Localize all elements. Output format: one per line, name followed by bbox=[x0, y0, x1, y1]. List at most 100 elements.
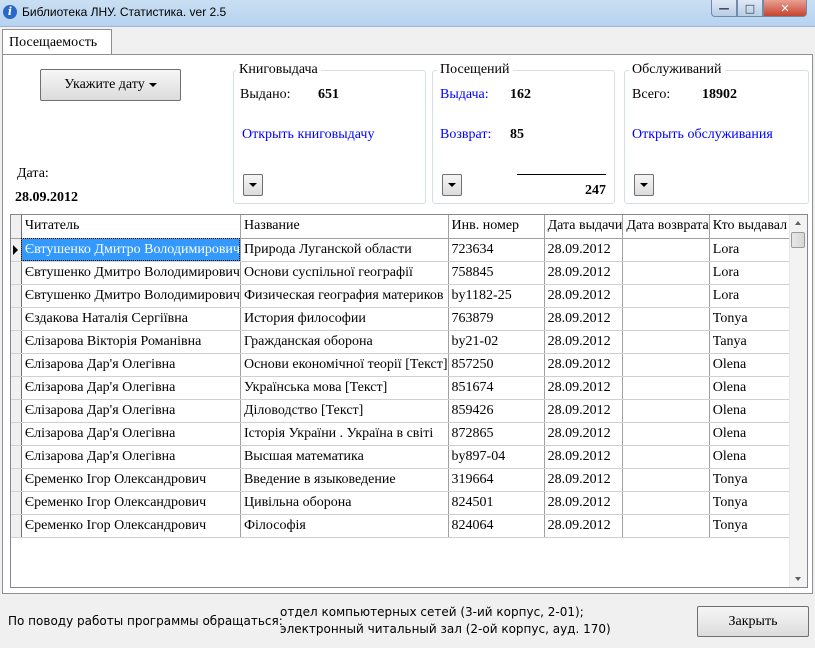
cell-issue-date[interactable]: 28.09.2012 bbox=[544, 468, 624, 492]
loans-grid[interactable]: Читатель Название Инв. номер Дата выдачи… bbox=[10, 214, 808, 588]
row-header[interactable] bbox=[11, 468, 22, 492]
cell-return-date[interactable] bbox=[622, 353, 710, 377]
scroll-down-icon[interactable] bbox=[795, 577, 801, 581]
cell-inventory[interactable]: 758845 bbox=[448, 261, 545, 285]
row-header[interactable] bbox=[11, 376, 22, 400]
tab-attendance[interactable]: Посещаемость bbox=[2, 29, 112, 55]
cell-reader[interactable]: Єлізарова Дар'я Олегівна bbox=[21, 399, 241, 423]
cell-return-date[interactable] bbox=[622, 376, 710, 400]
cell-inventory[interactable]: 857250 bbox=[448, 353, 545, 377]
cell-title[interactable]: Физическая география материков bbox=[240, 284, 449, 308]
cell-inventory[interactable]: 824501 bbox=[448, 491, 545, 515]
row-header[interactable] bbox=[11, 422, 22, 446]
books-expand-button[interactable] bbox=[243, 174, 263, 196]
cell-return-date[interactable] bbox=[622, 514, 710, 538]
cell-title[interactable]: Природа Луганской области bbox=[240, 238, 449, 262]
cell-issue-date[interactable]: 28.09.2012 bbox=[544, 491, 624, 515]
table-row[interactable]: Єлізарова Вікторія Романівна Гражданская … bbox=[11, 330, 807, 354]
cell-issue-date[interactable]: 28.09.2012 bbox=[544, 353, 624, 377]
column-header-reader[interactable]: Читатель bbox=[21, 215, 241, 239]
cell-reader[interactable]: Єздакова Наталія Сергіївна bbox=[21, 307, 241, 331]
cell-reader[interactable]: Єлізарова Дар'я Олегівна bbox=[21, 376, 241, 400]
cell-reader[interactable]: Єлізарова Дар'я Олегівна bbox=[21, 422, 241, 446]
cell-return-date[interactable] bbox=[622, 399, 710, 423]
cell-return-date[interactable] bbox=[622, 307, 710, 331]
column-header-inventory[interactable]: Инв. номер bbox=[448, 215, 545, 239]
cell-return-date[interactable] bbox=[622, 238, 710, 262]
open-service-link[interactable]: Открыть обслуживания bbox=[632, 127, 773, 143]
cell-title[interactable]: Українська мова [Текст] bbox=[240, 376, 449, 400]
table-row[interactable]: Євтушенко Дмитро Володимирович Физическая… bbox=[11, 284, 807, 308]
cell-title[interactable]: Діловодство [Текст] bbox=[240, 399, 449, 423]
cell-issue-date[interactable]: 28.09.2012 bbox=[544, 514, 624, 538]
vertical-scrollbar[interactable] bbox=[789, 215, 807, 587]
cell-inventory[interactable]: by21-02 bbox=[448, 330, 545, 354]
cell-reader[interactable]: Єлізарова Вікторія Романівна bbox=[21, 330, 241, 354]
close-window-button[interactable]: ✕ bbox=[763, 0, 807, 17]
row-header[interactable] bbox=[11, 445, 22, 469]
row-header[interactable] bbox=[11, 307, 22, 331]
row-header[interactable] bbox=[11, 238, 22, 262]
cell-reader[interactable]: Євтушенко Дмитро Володимирович bbox=[21, 238, 241, 262]
table-row[interactable]: Єлізарова Дар'я Олегівна Высшая математик… bbox=[11, 445, 807, 469]
visits-issue-label[interactable]: Выдача: bbox=[440, 87, 489, 103]
cell-return-date[interactable] bbox=[622, 468, 710, 492]
cell-inventory[interactable]: 763879 bbox=[448, 307, 545, 331]
cell-title[interactable]: Гражданская оборона bbox=[240, 330, 449, 354]
table-row[interactable]: Єлізарова Дар'я Олегівна Основи економічн… bbox=[11, 353, 807, 377]
cell-inventory[interactable]: 824064 bbox=[448, 514, 545, 538]
cell-reader[interactable]: Єлізарова Дар'я Олегівна bbox=[21, 353, 241, 377]
cell-inventory[interactable]: by1182-25 bbox=[448, 284, 545, 308]
column-header-return-date[interactable]: Дата возврата bbox=[622, 215, 710, 239]
cell-inventory[interactable]: 319664 bbox=[448, 468, 545, 492]
cell-return-date[interactable] bbox=[622, 284, 710, 308]
column-header-issue-date[interactable]: Дата выдачи bbox=[544, 215, 624, 239]
cell-reader[interactable]: Єременко Ігор Олександрович bbox=[21, 468, 241, 492]
cell-issue-date[interactable]: 28.09.2012 bbox=[544, 284, 624, 308]
cell-issue-date[interactable]: 28.09.2012 bbox=[544, 261, 624, 285]
cell-inventory[interactable]: 723634 bbox=[448, 238, 545, 262]
cell-issue-date[interactable]: 28.09.2012 bbox=[544, 445, 624, 469]
row-header[interactable] bbox=[11, 261, 22, 285]
cell-inventory[interactable]: 872865 bbox=[448, 422, 545, 446]
cell-title[interactable]: Основи суспільної географії bbox=[240, 261, 449, 285]
maximize-button[interactable]: □ bbox=[737, 0, 763, 17]
cell-return-date[interactable] bbox=[622, 445, 710, 469]
table-row[interactable]: Єременко Ігор Олександрович Філософія 8240… bbox=[11, 514, 807, 538]
cell-issue-date[interactable]: 28.09.2012 bbox=[544, 376, 624, 400]
cell-return-date[interactable] bbox=[622, 330, 710, 354]
cell-title[interactable]: Історія України . Україна в світі bbox=[240, 422, 449, 446]
row-header[interactable] bbox=[11, 491, 22, 515]
table-row[interactable]: Євтушенко Дмитро Володимирович Основи сус… bbox=[11, 261, 807, 285]
cell-issue-date[interactable]: 28.09.2012 bbox=[544, 330, 624, 354]
cell-reader[interactable]: Єлізарова Дар'я Олегівна bbox=[21, 445, 241, 469]
visits-expand-button[interactable] bbox=[442, 174, 462, 196]
table-row[interactable]: Єременко Ігор Олександрович Введение в яз… bbox=[11, 468, 807, 492]
cell-return-date[interactable] bbox=[622, 261, 710, 285]
visits-return-label[interactable]: Возврат: bbox=[440, 127, 491, 143]
service-expand-button[interactable] bbox=[634, 174, 654, 196]
cell-issue-date[interactable]: 28.09.2012 bbox=[544, 399, 624, 423]
cell-return-date[interactable] bbox=[622, 422, 710, 446]
cell-inventory[interactable]: 859426 bbox=[448, 399, 545, 423]
minimize-button[interactable]: — bbox=[711, 0, 737, 17]
cell-reader[interactable]: Євтушенко Дмитро Володимирович bbox=[21, 261, 241, 285]
cell-inventory[interactable]: 851674 bbox=[448, 376, 545, 400]
table-row[interactable]: Єздакова Наталія Сергіївна История филосо… bbox=[11, 307, 807, 331]
table-row[interactable]: Єлізарова Дар'я Олегівна Діловодство [Тек… bbox=[11, 399, 807, 423]
cell-title[interactable]: Введение в языковедение bbox=[240, 468, 449, 492]
row-header[interactable] bbox=[11, 330, 22, 354]
table-row[interactable]: Євтушенко Дмитро Володимирович Природа Лу… bbox=[11, 238, 807, 262]
open-books-link[interactable]: Открыть книговыдачу bbox=[242, 127, 374, 143]
row-header[interactable] bbox=[11, 514, 22, 538]
cell-title[interactable]: Основи економічної теорії [Текст] bbox=[240, 353, 449, 377]
cell-issue-date[interactable]: 28.09.2012 bbox=[544, 422, 624, 446]
cell-reader[interactable]: Єременко Ігор Олександрович bbox=[21, 514, 241, 538]
cell-title[interactable]: Цивільна оборона bbox=[240, 491, 449, 515]
cell-issue-date[interactable]: 28.09.2012 bbox=[544, 307, 624, 331]
cell-title[interactable]: Філософія bbox=[240, 514, 449, 538]
row-header[interactable] bbox=[11, 399, 22, 423]
table-row[interactable]: Єлізарова Дар'я Олегівна Українська мова … bbox=[11, 376, 807, 400]
scroll-thumb[interactable] bbox=[791, 232, 805, 248]
select-date-button[interactable]: Укажите дату bbox=[40, 69, 181, 101]
